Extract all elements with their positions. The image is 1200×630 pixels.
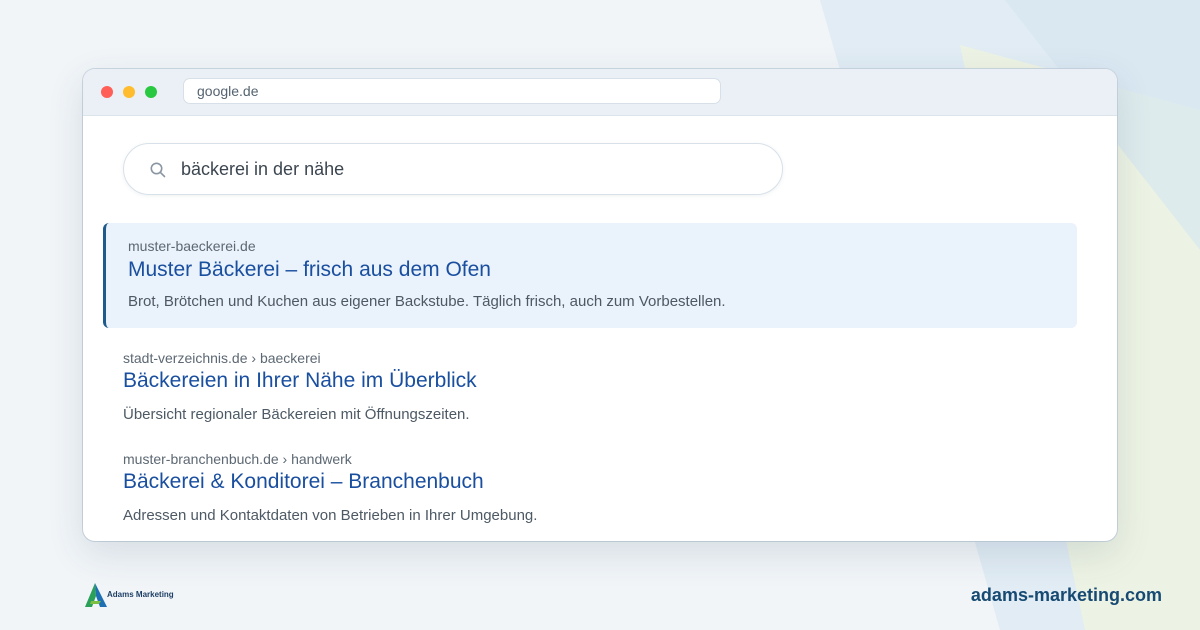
- result-url: muster-branchenbuch.de › handwerk: [123, 451, 352, 467]
- website-link[interactable]: adams-marketing.com: [971, 585, 1162, 606]
- browser-titlebar: google.de: [83, 69, 1117, 116]
- minimize-window-button[interactable]: [123, 86, 135, 98]
- brand-name: Adams Marketing: [107, 590, 174, 599]
- result-description: Adressen und Kontaktdaten von Betrieben …: [123, 507, 538, 524]
- close-window-button[interactable]: [101, 86, 113, 98]
- result-description: Brot, Brötchen und Kuchen aus eigener Ba…: [128, 293, 726, 310]
- result-title-link[interactable]: Bäckerei & Konditorei – Branchenbuch: [123, 470, 484, 494]
- search-query: bäckerei in der nähe: [181, 159, 345, 179]
- maximize-window-button[interactable]: [145, 86, 157, 98]
- search-result[interactable]: muster-branchenbuch.de › handwerk Bäcker…: [123, 451, 1063, 541]
- result-title-link[interactable]: Bäckereien in Ihrer Nähe im Überblick: [123, 369, 477, 393]
- search-input[interactable]: bäckerei in der nähe: [123, 143, 783, 195]
- result-url: stadt-verzeichnis.de › baeckerei: [123, 350, 321, 366]
- browser-window: google.de bäckerei in der nähe muster-ba…: [83, 69, 1117, 541]
- search-icon: [150, 162, 166, 178]
- brand-logo-icon: [85, 583, 107, 607]
- result-description: Übersicht regionaler Bäckereien mit Öffn…: [123, 406, 470, 423]
- result-url: muster-baeckerei.de: [128, 238, 256, 254]
- result-title-link[interactable]: Muster Bäckerei – frisch aus dem Ofen: [128, 258, 491, 282]
- search-result-featured[interactable]: muster-baeckerei.de Muster Bäckerei – fr…: [103, 223, 1077, 328]
- search-result[interactable]: stadt-verzeichnis.de › baeckerei Bäckere…: [123, 350, 1063, 440]
- address-bar[interactable]: google.de: [183, 78, 721, 104]
